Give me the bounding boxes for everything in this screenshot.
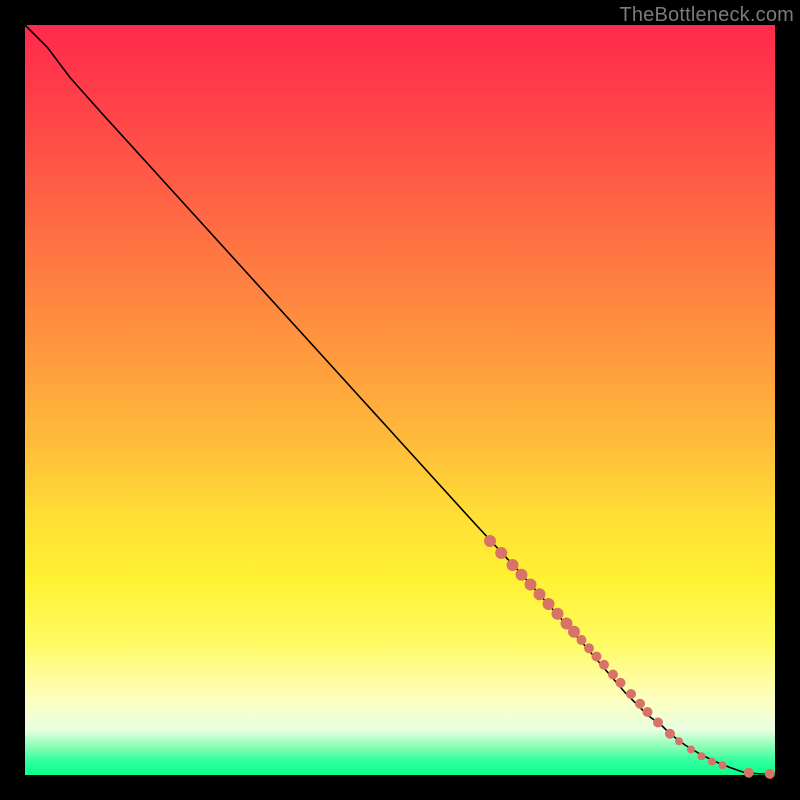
data-marker (675, 737, 683, 745)
data-marker (719, 761, 727, 769)
data-marker (525, 579, 537, 591)
data-marker (592, 652, 602, 662)
data-marker (534, 588, 546, 600)
data-marker (568, 626, 580, 638)
data-marker (577, 635, 587, 645)
data-marker (484, 535, 496, 547)
data-marker (552, 608, 564, 620)
plot-area (25, 25, 775, 775)
data-marker (653, 718, 663, 728)
data-marker (599, 660, 609, 670)
data-marker (543, 598, 555, 610)
data-marker (687, 746, 695, 754)
data-marker (635, 699, 645, 709)
data-marker (495, 547, 507, 559)
data-marker (765, 769, 775, 779)
data-marker (616, 678, 626, 688)
data-marker (516, 569, 528, 581)
data-marker (608, 670, 618, 680)
chart-stage: TheBottleneck.com (0, 0, 800, 800)
bottleneck-curve (25, 25, 775, 774)
data-marker (698, 752, 706, 760)
data-marker (507, 559, 519, 571)
attribution-text: TheBottleneck.com (619, 4, 794, 27)
chart-svg (25, 25, 775, 775)
data-marker (665, 729, 675, 739)
data-marker (744, 768, 754, 778)
data-marker (708, 758, 716, 766)
marker-group (484, 535, 775, 779)
data-marker (626, 689, 636, 699)
data-marker (643, 707, 653, 717)
data-marker (584, 643, 594, 653)
